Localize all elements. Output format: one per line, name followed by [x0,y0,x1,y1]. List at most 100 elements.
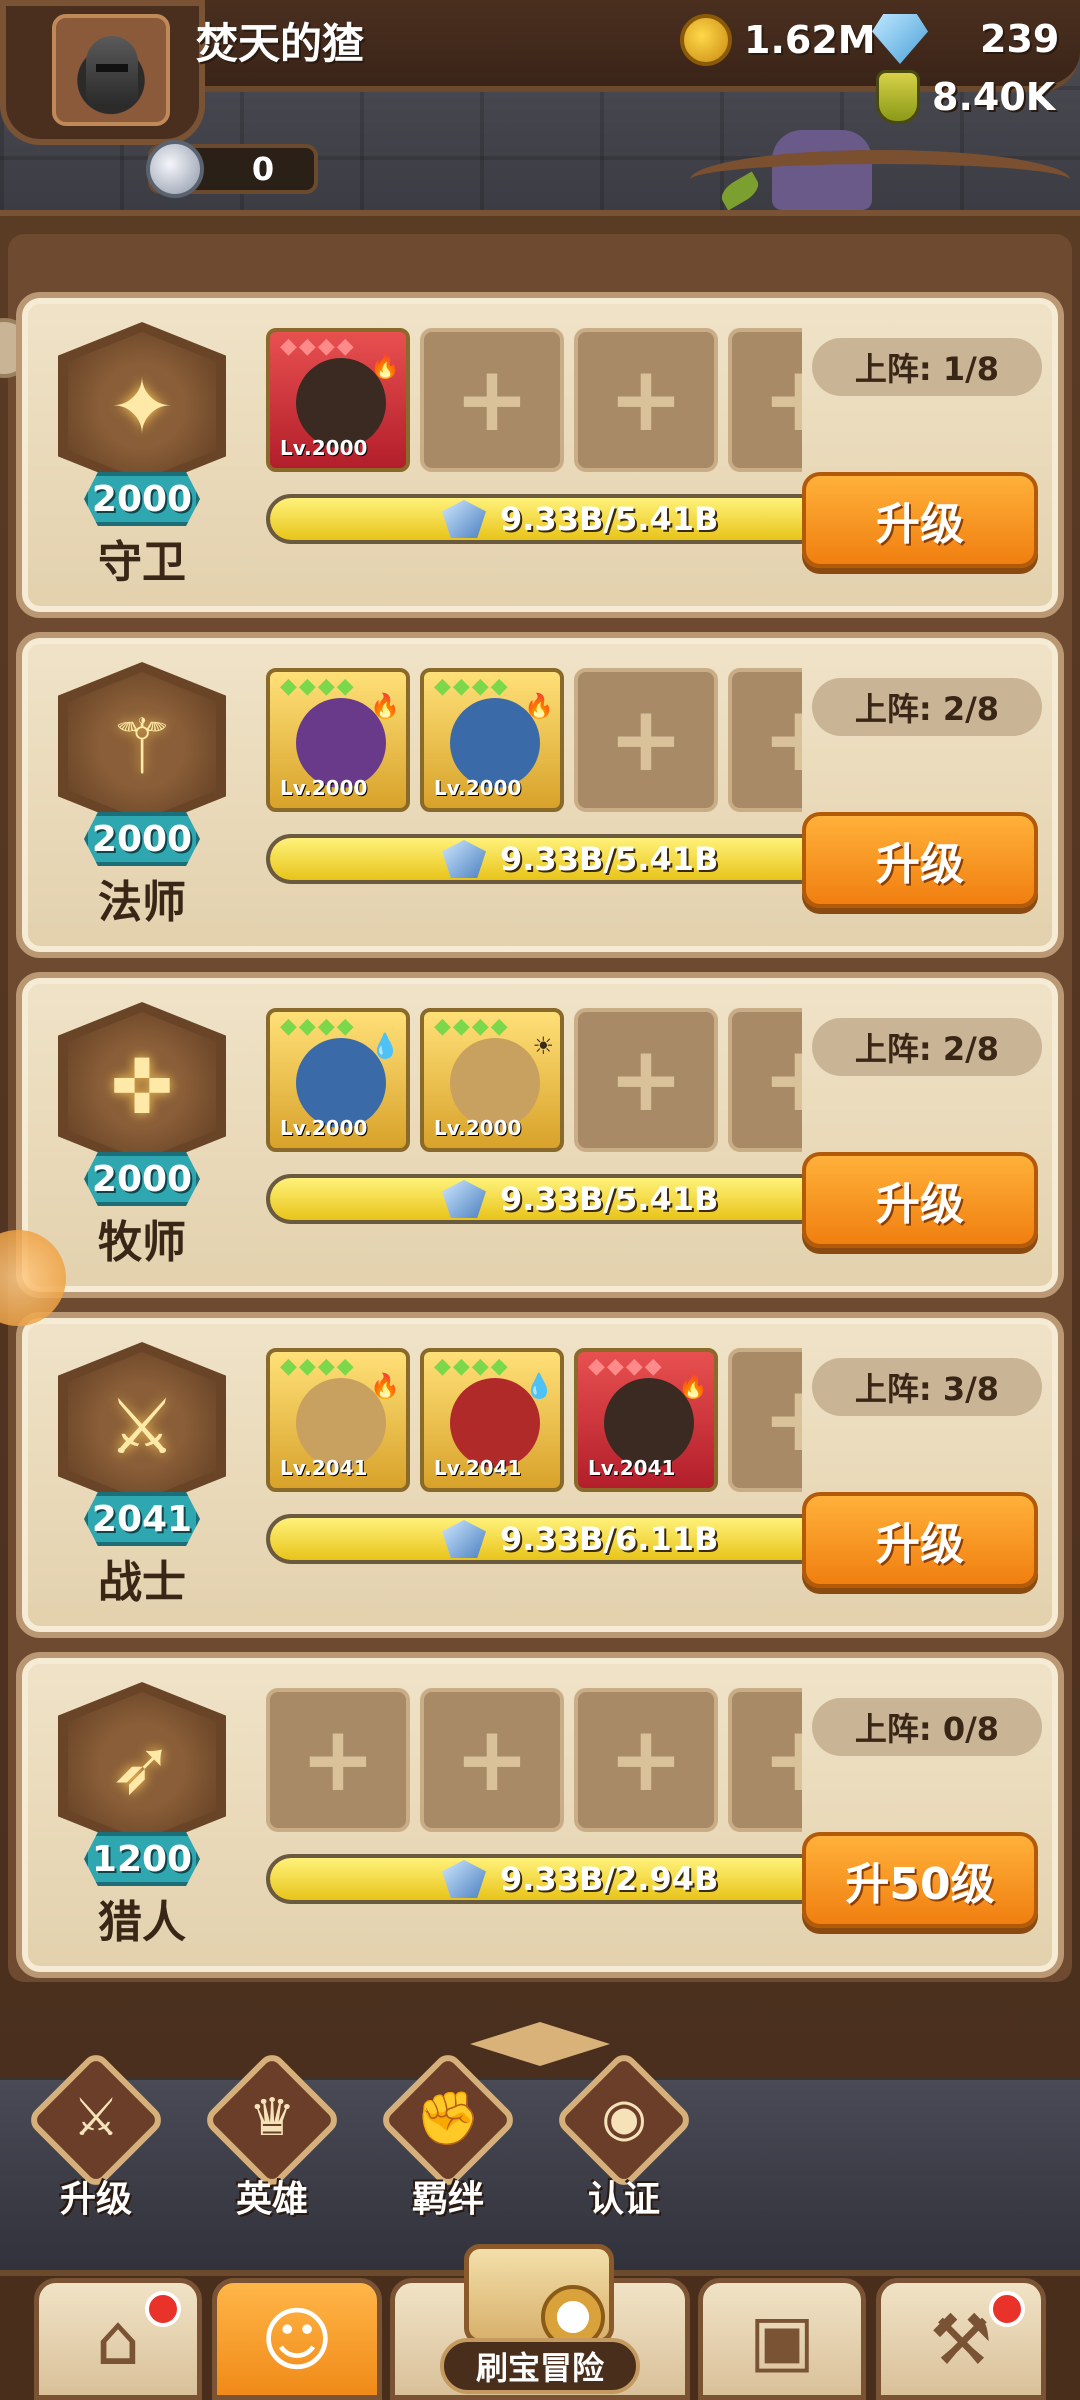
hero-level: Lv.2000 [434,776,522,800]
hero-card[interactable]: ◆◆◆◆ 🔥 Lv.2000 [420,668,564,812]
exp-progress-bar: 9.33B/5.41B [266,1174,826,1224]
upgrade-button[interactable]: 升50级 [802,1832,1038,1928]
bow-icon: ➶ [110,1721,174,1811]
exp-progress-bar: 9.33B/2.94B [266,1854,826,1904]
element-icon: ☀ [532,1032,554,1060]
action-upgrade-label: 升级 [59,2179,132,2220]
hero-card[interactable]: ◆◆◆◆ ☀ Lv.2000 [420,1008,564,1152]
player-avatar[interactable] [52,14,170,126]
hero-card[interactable]: ◆◆◆◆ 💧 Lv.2041 [420,1348,564,1492]
potion-icon [876,70,920,124]
class-name: 牧师 [98,1217,186,1268]
class-name: 守卫 [98,537,186,588]
hero-card[interactable]: ◆◆◆◆ 🔥 Lv.2041 [574,1348,718,1492]
action-upgrade[interactable]: ⚔ 升级 [24,2049,167,2220]
lineup-status: 上阵: 2/8 [812,678,1042,736]
nav-shop[interactable]: ⌂ [34,2278,202,2400]
empty-hero-slot[interactable]: + [574,1688,718,1832]
class-level-badge: 2041 [84,1492,200,1546]
exp-progress-text: 9.33B/6.11B [500,1520,719,1558]
upgrade-button[interactable]: 升级 [802,1492,1038,1588]
avatar-frame[interactable] [0,0,205,145]
potion-resource[interactable]: 8.40K [876,70,1055,124]
empty-hero-slot[interactable]: + [728,1008,802,1152]
player-name: 焚天的猹 [196,19,365,68]
star-rating: ◆◆◆◆ [434,1354,510,1379]
element-icon: 🔥 [370,692,400,720]
lineup-status: 上阵: 3/8 [812,1358,1042,1416]
class-emblem-inner: ➶ [68,1692,216,1840]
star-rating: ◆◆◆◆ [280,334,356,359]
map-icon [464,2244,614,2349]
nav-heroes[interactable]: ☺ [212,2278,382,2400]
class-name: 战士 [98,1557,186,1608]
diamond-resource[interactable]: 239 [872,14,1059,64]
class-emblem[interactable]: ⚚ [58,662,226,830]
empty-hero-slot[interactable]: + [266,1688,410,1832]
hero-level: Lv.2000 [280,436,368,460]
plus-icon: + [762,687,802,792]
star-rating: ◆◆◆◆ [588,1354,664,1379]
holy-cross-icon: ✜ [110,1041,174,1131]
empty-hero-slot[interactable]: + [728,328,802,472]
class-row: ✜ 2000 牧师 ◆◆◆◆ 💧 Lv.2000 ◆◆◆◆ ☀ Lv.2000 … [16,972,1064,1298]
star-rating: ◆◆◆◆ [280,674,356,699]
nav-forge[interactable]: ⚒ [876,2278,1046,2400]
hero-level: Lv.2041 [588,1456,676,1480]
exp-progress-text: 9.33B/5.41B [500,840,719,878]
action-bonds-label: 羁绊 [411,2179,484,2220]
silver-amount: 0 [251,150,275,188]
empty-hero-slot[interactable]: + [574,328,718,472]
hero-card[interactable]: ◆◆◆◆ 🔥 Lv.2000 [266,668,410,812]
empty-hero-slot[interactable]: + [728,1688,802,1832]
empty-hero-slot[interactable]: + [728,1348,802,1492]
upgrade-button[interactable]: 升级 [802,812,1038,908]
class-emblem[interactable]: ⚔ [58,1342,226,1510]
class-emblem[interactable]: ✦ [58,322,226,490]
gold-amount: 1.62M [744,18,876,62]
plus-icon: + [300,1707,376,1812]
action-heroes[interactable]: ♛ 英雄 [200,2049,343,2220]
adventure-label[interactable]: 刷宝冒险 [440,2338,640,2394]
action-heroes-label: 英雄 [235,2179,308,2220]
class-level-badge: 1200 [84,1832,200,1886]
action-certify[interactable]: ◉ 认证 [552,2049,695,2220]
class-emblem[interactable]: ➶ [58,1682,226,1850]
plus-icon: + [608,687,684,792]
empty-hero-slot[interactable]: + [420,328,564,472]
upgrade-sword-icon: ⚔ [72,2088,120,2148]
hero-card[interactable]: ◆◆◆◆ 🔥 Lv.2041 [266,1348,410,1492]
bond-fist-icon: ✊ [415,2089,481,2149]
upgrade-button[interactable]: 升级 [802,1152,1038,1248]
class-emblem[interactable]: ✜ [58,1002,226,1170]
gold-resource[interactable]: 1.62M [680,14,876,66]
class-name: 猎人 [98,1897,186,1948]
hero-slots: ◆◆◆◆ 🔥 Lv.2041 ◆◆◆◆ 💧 Lv.2041 ◆◆◆◆ 🔥 Lv.… [266,1348,802,1498]
exp-progress-bar: 9.33B/5.41B [266,494,826,544]
hero-card[interactable]: ◆◆◆◆ 💧 Lv.2000 [266,1008,410,1152]
empty-hero-slot[interactable]: + [574,668,718,812]
action-bonds[interactable]: ✊ 羁绊 [376,2049,519,2220]
star-rating: ◆◆◆◆ [434,1014,510,1039]
empty-hero-slot[interactable]: + [574,1008,718,1152]
nav-bag[interactable]: ▣ [698,2278,866,2400]
plus-icon: + [762,1707,802,1812]
lineup-status: 上阵: 0/8 [812,1698,1042,1756]
class-emblem-inner: ✜ [68,1012,216,1160]
empty-hero-slot[interactable]: + [728,668,802,812]
plus-icon: + [608,1027,684,1132]
plus-icon: + [454,1707,530,1812]
plus-icon: + [454,347,530,452]
exp-progress-text: 9.33B/5.41B [500,500,719,538]
staff-icon: ⚚ [107,701,177,791]
plus-icon: + [608,1707,684,1812]
hero-level: Lv.2000 [280,1116,368,1140]
upgrade-button[interactable]: 升级 [802,472,1038,568]
hero-slots: ◆◆◆◆ 💧 Lv.2000 ◆◆◆◆ ☀ Lv.2000 + + [266,1008,802,1158]
backpack-icon: ▣ [748,2299,816,2381]
action-certify-label: 认证 [587,2179,660,2220]
empty-hero-slot[interactable]: + [420,1688,564,1832]
hero-card[interactable]: ◆◆◆◆ 🔥 Lv.2000 [266,328,410,472]
class-emblem-inner: ✦ [68,332,216,480]
hero-portrait [450,1038,540,1128]
